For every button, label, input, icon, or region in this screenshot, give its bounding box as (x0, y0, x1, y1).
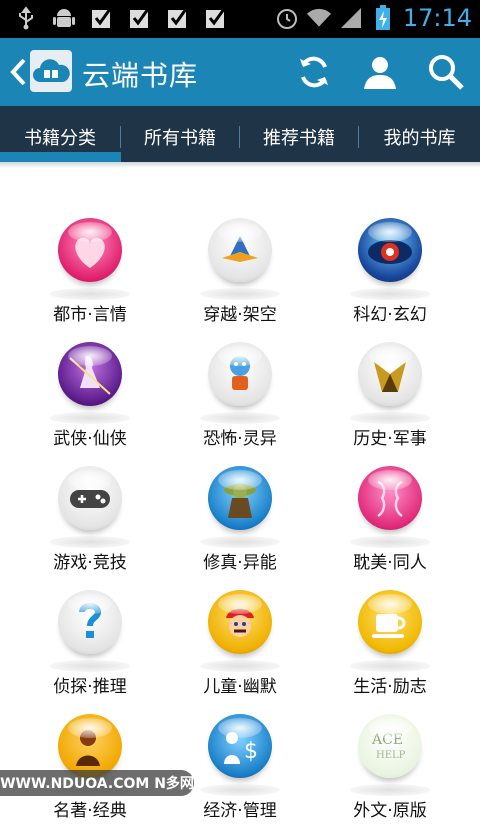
category-label: 修真·异能 (203, 553, 277, 573)
coffee-cup-icon (358, 590, 422, 654)
category-item[interactable]: ACE HELP 外文·原版 (315, 714, 465, 838)
signal-icon (339, 6, 363, 30)
category-grid: 都市·言情 穿越·架空 科幻·玄幻武侠·仙侠 恐怖·灵异 历史·军事游戏·竞技 修真·异能… (0, 168, 480, 821)
refresh-icon (300, 56, 328, 88)
alarm-icon (275, 6, 299, 30)
category-item[interactable]: 穿越·架空 (165, 218, 315, 342)
category-label: 游戏·竞技 (53, 553, 127, 573)
search-button[interactable] (426, 52, 466, 92)
icon-reflection (50, 536, 130, 548)
category-label: 历史·军事 (353, 429, 427, 449)
checkbox-icon (90, 6, 114, 30)
checkbox-icon (128, 6, 152, 30)
icon-reflection (200, 412, 280, 424)
tab-selected-indicator (0, 152, 121, 162)
category-label: 生活·励志 (353, 677, 427, 697)
category-label: 侦探·推理 (53, 677, 127, 697)
mario-icon (208, 590, 272, 654)
icon-reflection (50, 288, 130, 300)
status-bar: 17:14 (0, 0, 480, 38)
tab-my-library[interactable]: 我的书库 (359, 106, 480, 162)
category-item[interactable]: 儿童·幽默 (165, 590, 315, 714)
checkbox-icon (166, 6, 190, 30)
category-item[interactable]: 都市·言情 (15, 218, 165, 342)
svg-text:HELP: HELP (376, 750, 406, 761)
classic-portrait-icon (58, 714, 122, 778)
back-button[interactable] (8, 56, 32, 88)
category-item[interactable]: 侦探·推理 (15, 590, 165, 714)
status-time: 17:14 (402, 4, 472, 32)
icon-reflection (50, 412, 130, 424)
icon-reflection (200, 288, 280, 300)
icon-reflection (350, 288, 430, 300)
page-title: 云端书库 (82, 59, 199, 92)
heart-icon (58, 218, 122, 282)
category-label: 穿越·架空 (203, 305, 277, 325)
tab-recommended[interactable]: 推荐书籍 (240, 106, 358, 162)
watermark: WWW.NDUOA.COM N多网 (0, 770, 194, 796)
two-faces-icon (358, 466, 422, 530)
tab-all-books[interactable]: 所有书籍 (121, 106, 239, 162)
svg-text:$: $ (244, 739, 258, 764)
app-bar: 云端书库 (0, 38, 480, 106)
checkbox-icon (204, 6, 228, 30)
businessman-dollar-icon: $ (208, 714, 272, 778)
user-icon (364, 57, 396, 89)
eye-galaxy-icon (358, 218, 422, 282)
icon-reflection (200, 660, 280, 672)
category-item[interactable]: 科幻·玄幻 (315, 218, 465, 342)
category-item[interactable]: 耽美·同人 (315, 466, 465, 590)
category-label: 耽美·同人 (353, 553, 427, 573)
icon-reflection (350, 784, 430, 796)
category-label: 都市·言情 (53, 305, 127, 325)
yoda-icon (208, 466, 272, 530)
category-label: 科幻·玄幻 (353, 305, 427, 325)
category-item[interactable]: 历史·军事 (315, 342, 465, 466)
icon-reflection (200, 536, 280, 548)
question-mark-icon (58, 590, 122, 654)
swordsman-icon (58, 342, 122, 406)
category-label: 儿童·幽默 (203, 677, 277, 697)
icon-reflection (50, 660, 130, 672)
golden-helmet-icon (358, 342, 422, 406)
refresh-button[interactable] (294, 52, 334, 92)
ace-text-icon: ACE HELP (358, 714, 422, 778)
category-item[interactable]: 修真·异能 (165, 466, 315, 590)
category-item[interactable]: 游戏·竞技 (15, 466, 165, 590)
category-label: 恐怖·灵异 (203, 429, 277, 449)
icon-reflection (350, 536, 430, 548)
android-debug-icon (52, 6, 76, 30)
category-item[interactable]: 生活·励志 (315, 590, 465, 714)
icon-reflection (350, 412, 430, 424)
battery-charging-icon (371, 5, 395, 30)
icon-reflection (200, 784, 280, 796)
cloud-book-logo-icon (30, 50, 72, 92)
user-button[interactable] (360, 52, 400, 92)
wifi-icon (306, 6, 331, 30)
usb-icon (14, 6, 38, 30)
gamepad-icon (58, 466, 122, 530)
search-icon (429, 55, 464, 90)
spaceship-icon (208, 218, 272, 282)
category-label: 武侠·仙侠 (53, 429, 127, 449)
category-item[interactable]: 武侠·仙侠 (15, 342, 165, 466)
category-item[interactable]: 恐怖·灵异 (165, 342, 315, 466)
robot-icon (208, 342, 272, 406)
icon-reflection (350, 660, 430, 672)
